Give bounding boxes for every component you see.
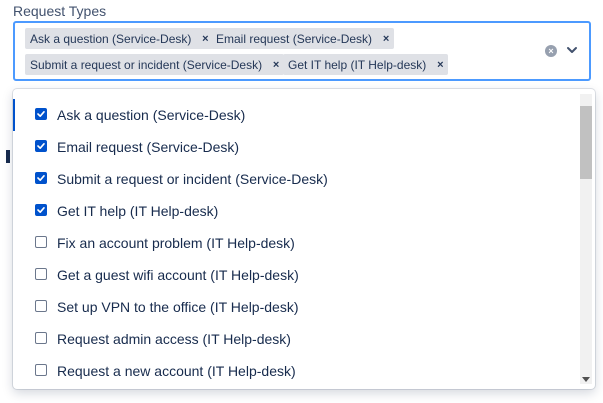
chip-remove-icon[interactable]: × (432, 59, 448, 71)
option-label: Get IT help (IT Help-desk) (57, 203, 219, 219)
option-label: Set up VPN to the office (IT Help-desk) (57, 299, 299, 315)
option-label: Email request (Service-Desk) (57, 139, 240, 155)
option-label: Get a guest wifi account (IT Help-desk) (57, 267, 299, 283)
option-label: Ask a question (Service-Desk) (57, 107, 246, 123)
checkbox-checked-icon[interactable] (35, 108, 47, 120)
checkbox-checked-icon[interactable] (35, 172, 47, 184)
menu-option[interactable]: Fix an account problem (IT Help-desk) (13, 227, 573, 259)
selected-chip: Get IT help (IT Help-desk) × (283, 54, 449, 75)
chip-label: Get IT help (IT Help-desk) (288, 57, 427, 72)
chip-label: Submit a request or incident (Service-De… (30, 57, 263, 72)
dropdown-menu: Ask a question (Service-Desk) Email requ… (13, 89, 595, 389)
chevron-down-icon[interactable] (565, 43, 579, 57)
option-label: Request a new account (IT Help-desk) (57, 363, 296, 379)
menu-option[interactable]: Set up VPN to the office (IT Help-desk) (13, 291, 573, 323)
chip-remove-icon[interactable]: × (268, 59, 284, 71)
scrollbar[interactable] (580, 94, 592, 384)
obscured-content (6, 150, 10, 163)
scroll-down-arrow-icon[interactable] (582, 377, 590, 382)
chip-label: Email request (Service-Desk) (216, 31, 373, 46)
selected-chip: Email request (Service-Desk) × (211, 28, 395, 49)
clear-icon[interactable]: × (545, 45, 557, 57)
checkbox-unchecked-icon[interactable] (35, 300, 47, 312)
menu-option[interactable]: Ask a question (Service-Desk) (13, 99, 573, 131)
checkbox-unchecked-icon[interactable] (35, 236, 47, 248)
menu-option[interactable]: Submit a request or incident (Service-De… (13, 163, 573, 195)
request-types-select[interactable]: Ask a question (Service-Desk) × Email re… (13, 21, 591, 81)
option-label: Submit a request or incident (Service-De… (57, 171, 328, 187)
option-label: Request admin access (IT Help-desk) (57, 331, 291, 347)
checkbox-checked-icon[interactable] (35, 140, 47, 152)
menu-option[interactable]: Request admin access (IT Help-desk) (13, 323, 573, 355)
field-label: Request Types (13, 3, 107, 19)
menu-option[interactable]: Get IT help (IT Help-desk) (13, 195, 573, 227)
menu-option[interactable]: Get a guest wifi account (IT Help-desk) (13, 259, 573, 291)
checkbox-unchecked-icon[interactable] (35, 268, 47, 280)
chip-label: Ask a question (Service-Desk) (30, 31, 192, 46)
menu-option[interactable]: Request a new account (IT Help-desk) (13, 355, 573, 387)
checkbox-unchecked-icon[interactable] (35, 364, 47, 376)
chip-remove-icon[interactable]: × (378, 33, 394, 45)
menu-option[interactable]: Email request (Service-Desk) (13, 131, 573, 163)
checkbox-checked-icon[interactable] (35, 204, 47, 216)
scrollbar-thumb[interactable] (580, 106, 592, 179)
checkbox-unchecked-icon[interactable] (35, 332, 47, 344)
selected-chip: Submit a request or incident (Service-De… (25, 54, 285, 75)
option-label: Fix an account problem (IT Help-desk) (57, 235, 295, 251)
selected-chip: Ask a question (Service-Desk) × (25, 28, 214, 49)
